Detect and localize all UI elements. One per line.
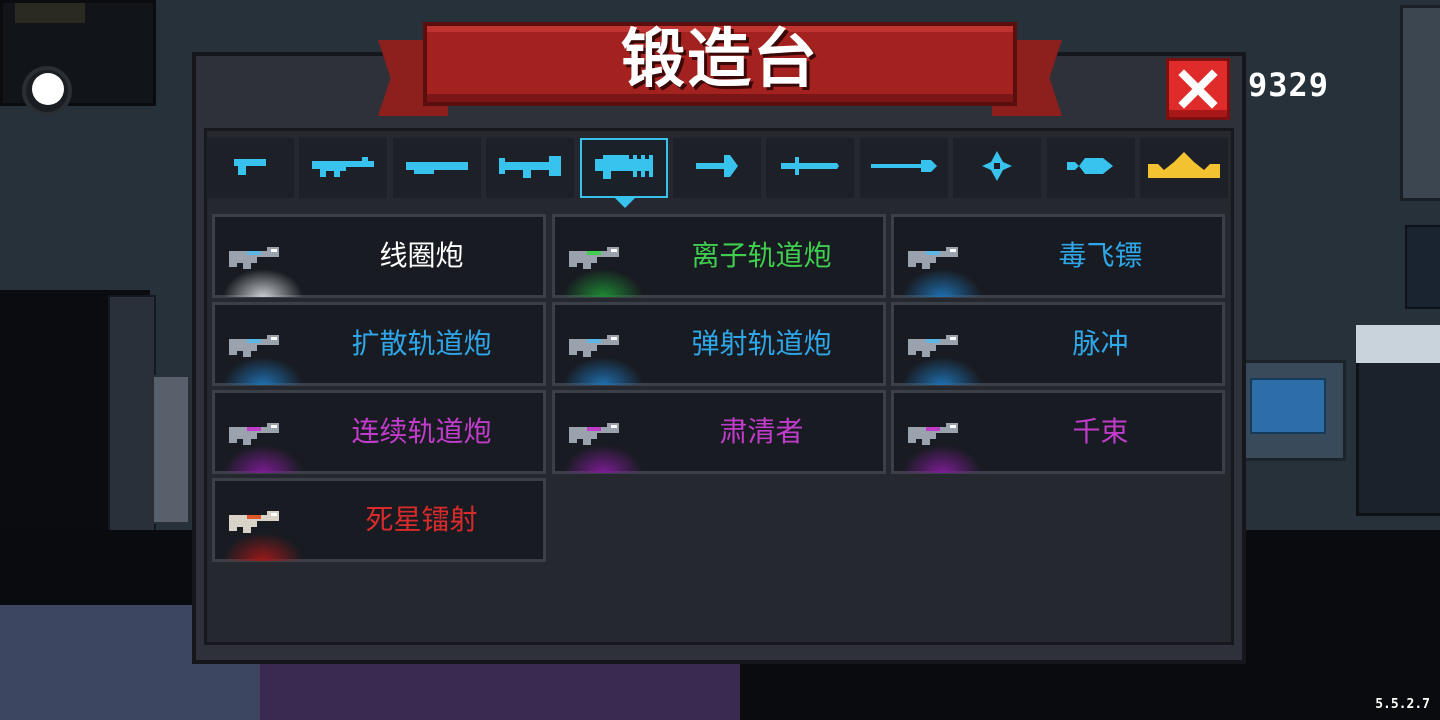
weapon-card[interactable]: 线圈炮 xyxy=(212,214,546,298)
weapon-name: 连续轨道炮 xyxy=(351,415,492,448)
weapon-card[interactable]: 肃清者 xyxy=(552,390,886,474)
close-button[interactable] xyxy=(1166,58,1230,120)
weapon-name: 线圈炮 xyxy=(379,239,464,272)
category-tab[interactable] xyxy=(1140,138,1228,198)
weapon-name: 离子轨道炮 xyxy=(691,239,832,272)
weapon-icon xyxy=(567,419,625,451)
weapon-list-area xyxy=(204,128,1234,645)
weapon-icon xyxy=(227,507,285,539)
sword-icon xyxy=(779,155,841,181)
launcher-icon xyxy=(497,152,563,184)
background-monitor xyxy=(1250,378,1326,434)
weapon-card[interactable]: 死星镭射 xyxy=(212,478,546,562)
category-tab[interactable] xyxy=(393,138,481,198)
weapon-icon xyxy=(227,243,285,275)
coin-count: 9329 xyxy=(1248,66,1330,104)
weapon-card[interactable]: 扩散轨道炮 xyxy=(212,302,546,386)
background-machine xyxy=(1405,225,1440,309)
pistol-icon xyxy=(230,154,270,182)
crown-icon xyxy=(1146,150,1222,186)
category-tab[interactable] xyxy=(486,138,574,198)
background-machine xyxy=(1400,5,1440,201)
category-tab[interactable] xyxy=(860,138,948,198)
assault-rifle-icon xyxy=(310,153,376,183)
weapon-name: 毒飞镖 xyxy=(1058,239,1143,272)
weapon-card[interactable]: 连续轨道炮 xyxy=(212,390,546,474)
weapon-name: 肃清者 xyxy=(719,415,804,448)
category-tab[interactable] xyxy=(299,138,387,198)
weapon-icon xyxy=(906,331,964,363)
category-tab[interactable] xyxy=(206,138,294,198)
weapon-card[interactable]: 千束 xyxy=(891,390,1225,474)
category-tab[interactable] xyxy=(673,138,761,198)
weapon-name: 脉冲 xyxy=(1072,327,1129,360)
active-tab-pointer xyxy=(614,197,636,208)
forge-title: 锻造台 xyxy=(621,23,819,97)
background-robot-head xyxy=(1356,325,1440,363)
background-door xyxy=(108,295,156,534)
weapon-icon xyxy=(906,243,964,275)
weapon-icon xyxy=(227,331,285,363)
weapon-icon xyxy=(567,243,625,275)
weapon-card[interactable]: 毒飞镖 xyxy=(891,214,1225,298)
weapon-card[interactable]: 离子轨道炮 xyxy=(552,214,886,298)
weapon-name: 弹射轨道炮 xyxy=(691,327,832,360)
weapon-icon xyxy=(567,331,625,363)
background-gas-tanks xyxy=(152,375,190,524)
weapon-icon xyxy=(227,419,285,451)
bow-arrow-icon xyxy=(694,152,740,184)
category-tab[interactable] xyxy=(766,138,854,198)
spear-icon xyxy=(869,158,939,178)
fish-icon xyxy=(1065,154,1117,182)
version-label: 5.5.2.7 xyxy=(1375,697,1430,712)
weapon-icon xyxy=(906,419,964,451)
shotgun-icon xyxy=(404,156,470,180)
category-tab[interactable] xyxy=(1047,138,1135,198)
laser-gun-icon xyxy=(591,151,657,185)
joystick-knob[interactable] xyxy=(32,73,64,105)
weapon-name: 扩散轨道炮 xyxy=(351,327,492,360)
close-x-icon xyxy=(1178,69,1218,109)
weapon-card[interactable]: 脉冲 xyxy=(891,302,1225,386)
category-tab[interactable] xyxy=(953,138,1041,198)
shuriken-icon xyxy=(980,149,1014,187)
category-tab[interactable] xyxy=(580,138,668,198)
weapon-name: 千束 xyxy=(1072,415,1129,448)
weapon-name: 死星镭射 xyxy=(365,503,478,536)
weapon-card[interactable]: 弹射轨道炮 xyxy=(552,302,886,386)
